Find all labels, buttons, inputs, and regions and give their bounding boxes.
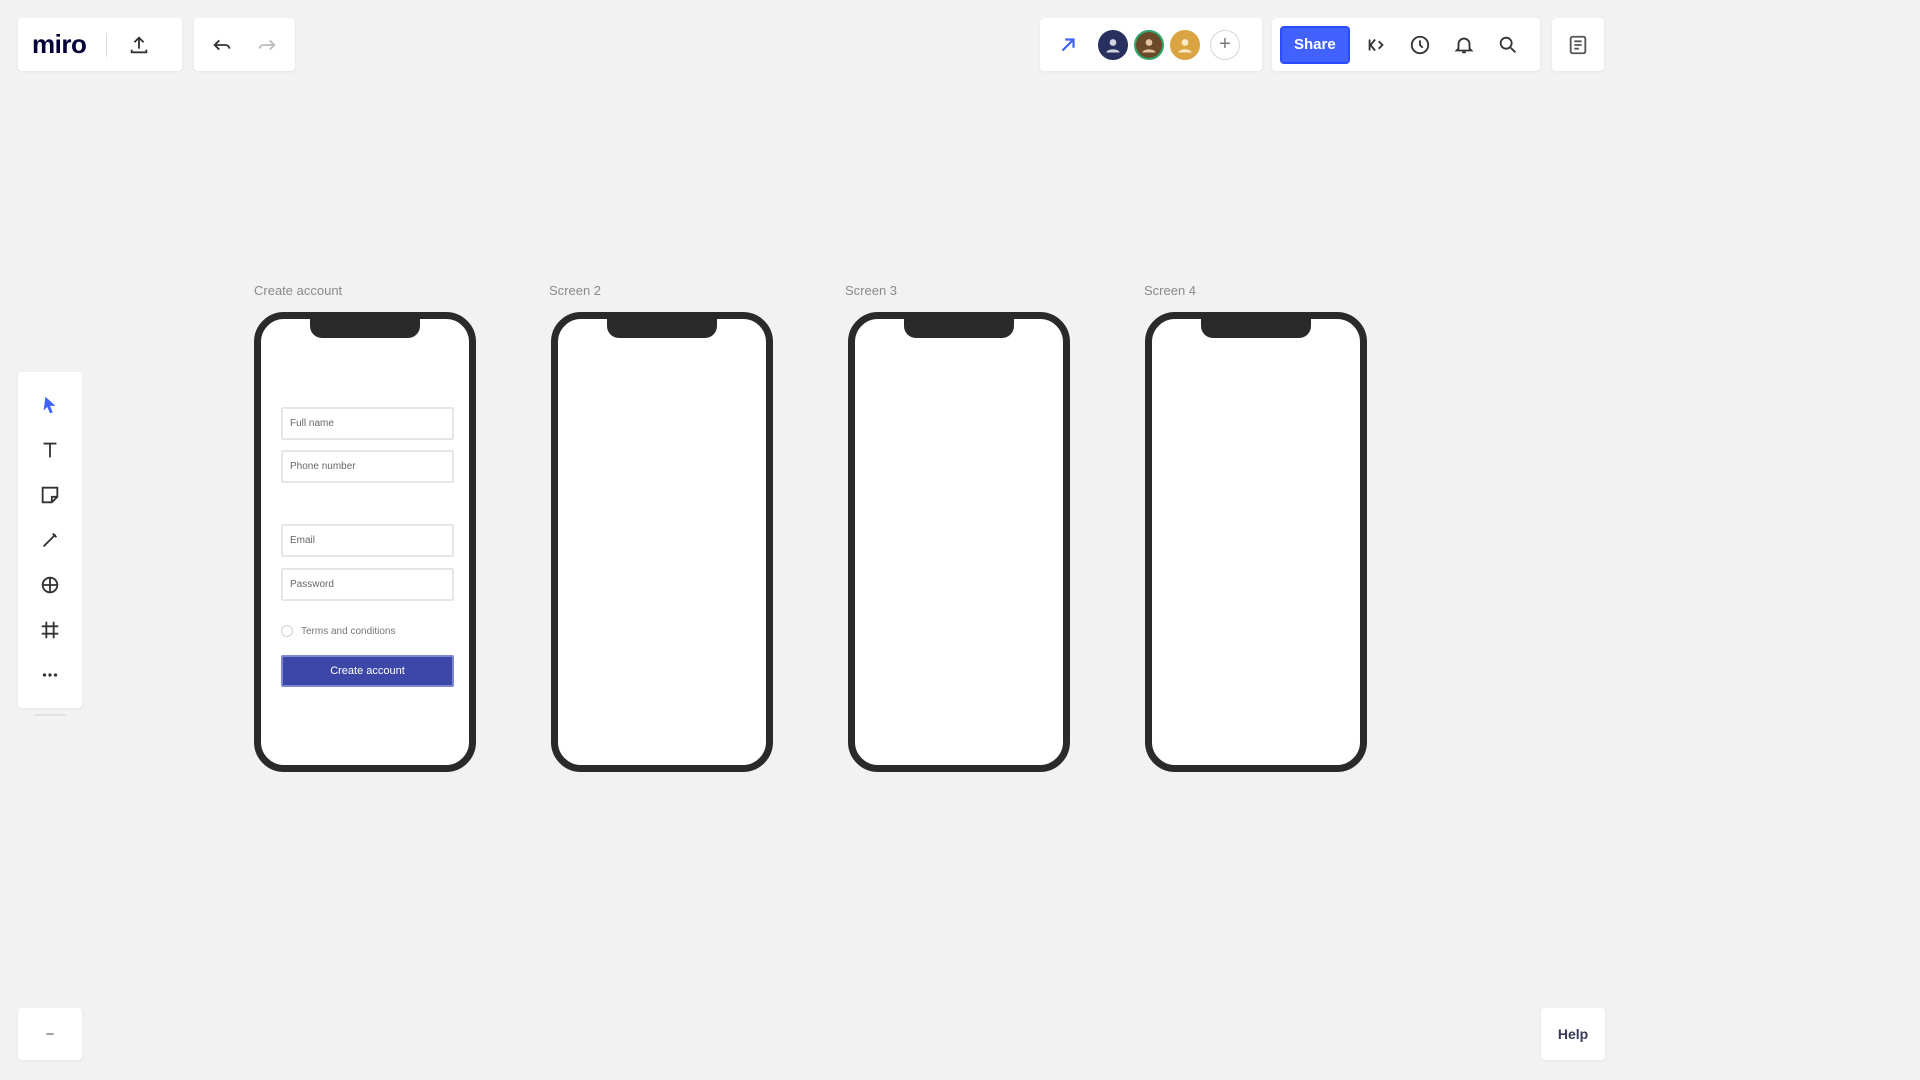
frame-title[interactable]: Screen 4 [1144, 283, 1196, 298]
full-name-field[interactable]: Full name [281, 407, 454, 440]
frame-title[interactable]: Screen 2 [549, 283, 601, 298]
miro-logo[interactable]: miro [32, 29, 87, 60]
phone-notch [310, 318, 420, 338]
actions-panel: Share [1272, 18, 1540, 71]
collaboration-panel: + [1040, 18, 1262, 71]
frame-title[interactable]: Screen 3 [845, 283, 897, 298]
toolbar-overflow-indicator [34, 714, 66, 716]
text-icon[interactable] [32, 432, 68, 468]
frame-icon[interactable] [32, 612, 68, 648]
add-collaborator-icon[interactable]: + [1210, 29, 1240, 60]
phone-notch [607, 318, 717, 338]
frames-list-icon[interactable] [32, 1016, 68, 1052]
phone-frame[interactable] [848, 312, 1070, 772]
terms-checkbox[interactable] [281, 625, 293, 637]
undo-redo-panel [194, 18, 295, 71]
frames-toggle [18, 1008, 82, 1060]
logo-panel: miro [18, 18, 182, 71]
terms-label: Terms and conditions [301, 625, 396, 637]
timer-icon[interactable] [1402, 27, 1438, 63]
phone-frame[interactable] [1145, 312, 1367, 772]
avatar[interactable] [1096, 27, 1130, 62]
terms-row[interactable]: Terms and conditions [281, 625, 396, 637]
cursor-icon[interactable] [32, 387, 68, 423]
left-toolbar [18, 372, 82, 708]
avatar[interactable] [1132, 27, 1166, 62]
upload-icon[interactable] [121, 27, 157, 63]
redo-icon[interactable] [249, 27, 285, 63]
sticky-note-icon[interactable] [32, 477, 68, 513]
search-icon[interactable] [1490, 27, 1526, 63]
panels-toggle [1552, 18, 1604, 71]
help-panel: Help [1541, 1008, 1605, 1060]
frame-title[interactable]: Create account [254, 283, 342, 298]
phone-frame[interactable]: Full name Phone number Email Password Te… [254, 312, 476, 772]
notification-bell-icon[interactable] [1446, 27, 1482, 63]
help-button[interactable]: Help [1558, 1026, 1588, 1042]
undo-icon[interactable] [204, 27, 240, 63]
phone-notch [904, 318, 1014, 338]
share-button[interactable]: Share [1280, 25, 1350, 64]
create-account-button[interactable]: Create account [281, 655, 454, 687]
email-field[interactable]: Email [281, 524, 454, 557]
panel-list-icon[interactable] [1560, 27, 1596, 63]
shapes-icon[interactable] [32, 567, 68, 603]
pen-icon[interactable] [32, 522, 68, 558]
reaction-arrow-icon[interactable] [1050, 27, 1086, 63]
more-icon[interactable] [32, 657, 68, 693]
phone-frame[interactable] [551, 312, 773, 772]
phone-number-field[interactable]: Phone number [281, 450, 454, 483]
password-field[interactable]: Password [281, 568, 454, 601]
emoji-icon[interactable] [1358, 27, 1394, 63]
avatar[interactable] [1168, 27, 1202, 62]
phone-notch [1201, 318, 1311, 338]
divider [106, 32, 108, 57]
